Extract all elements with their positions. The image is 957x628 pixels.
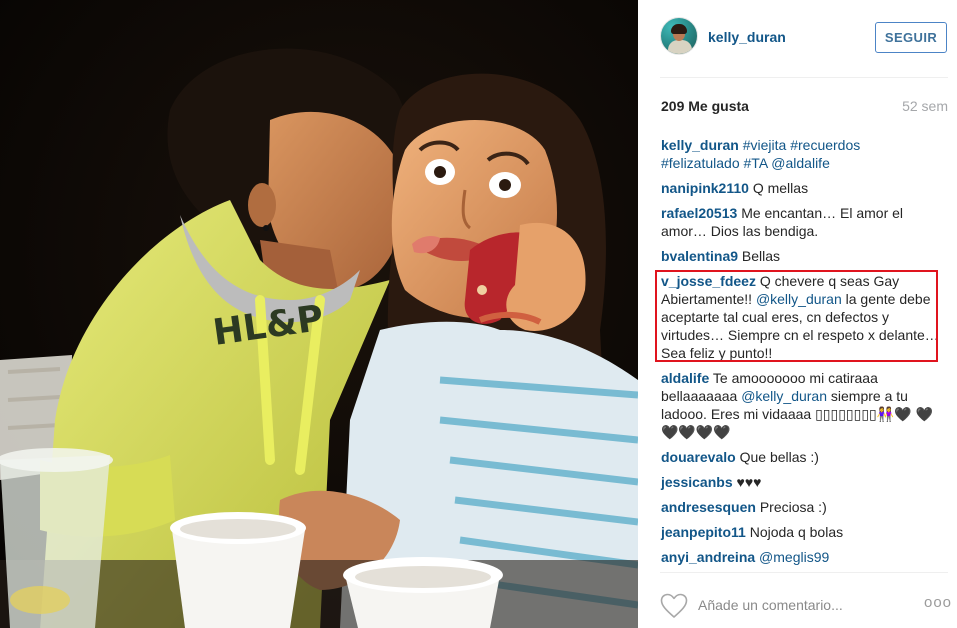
avatar[interactable] xyxy=(660,17,698,55)
follow-button[interactable]: SEGUIR xyxy=(875,22,947,53)
more-options-icon[interactable]: ooo xyxy=(924,595,951,612)
comment-item: jeanpepito11 Nojoda q bolas xyxy=(661,523,941,541)
comment-tag-link[interactable]: #recuerdos xyxy=(790,137,860,153)
comment-tag-link[interactable]: @kelly_duran xyxy=(741,388,827,404)
post-header: kelly_duran SEGUIR xyxy=(660,15,948,61)
comment-input[interactable] xyxy=(698,590,906,620)
comment-text: Bellas xyxy=(741,248,781,264)
header-divider xyxy=(660,77,948,78)
comment-text: Q mellas xyxy=(752,180,809,196)
comment-item: douarevalo Que bellas :) xyxy=(661,448,941,466)
comment-username[interactable]: anyi_andreina xyxy=(661,549,755,565)
comment-username[interactable]: douarevalo xyxy=(661,449,736,465)
comment-username[interactable]: rafael20513 xyxy=(661,205,737,221)
comment-username[interactable]: kelly_duran xyxy=(661,137,739,153)
avatar-figure-hair xyxy=(671,24,687,34)
comment-username[interactable]: andresesquen xyxy=(661,499,756,515)
comment-list: kelly_duran #viejita #recuerdos #felizat… xyxy=(661,136,941,573)
comment-item: anyi_andreina @meglis99 xyxy=(661,548,941,566)
post-photo[interactable]: HL&P xyxy=(0,0,638,628)
comment-item: andresesquen Preciosa :) xyxy=(661,498,941,516)
photo-illustration: HL&P xyxy=(0,0,638,628)
comment-footer: ooo xyxy=(660,588,951,622)
comment-item: jessicanbs ♥♥♥ xyxy=(661,473,941,491)
comment-tag-link[interactable]: #TA xyxy=(744,155,768,171)
comment-username[interactable]: v_josse_fdeez xyxy=(661,273,756,289)
comment-username[interactable]: jeanpepito11 xyxy=(661,524,746,540)
post-sidebar: kelly_duran SEGUIR 209 Me gusta 52 sem k… xyxy=(638,0,957,628)
comment-tag-link[interactable]: @aldalife xyxy=(771,155,830,171)
comment-tag-link[interactable]: #felizatulado xyxy=(661,155,740,171)
author-username[interactable]: kelly_duran xyxy=(708,29,786,45)
comment-text: ♥♥♥ xyxy=(736,474,762,490)
footer-divider xyxy=(660,572,948,573)
instagram-post: HL&P kelly_duran SEGUIR 209 Me gusta 52 … xyxy=(0,0,957,628)
comment-text: Que bellas :) xyxy=(739,449,819,465)
comment-text: Preciosa :) xyxy=(759,499,827,515)
comment-username[interactable]: bvalentina9 xyxy=(661,248,738,264)
comment-item: rafael20513 Me encantan… El amor el amor… xyxy=(661,204,941,240)
likes-count[interactable]: 209 Me gusta xyxy=(661,98,749,114)
comment-text: Nojoda q bolas xyxy=(749,524,844,540)
comment-item: aldalife Te amooooooo mi catiraaa bellaa… xyxy=(661,369,941,441)
avatar-figure-body xyxy=(668,40,692,54)
comment-username[interactable]: jessicanbs xyxy=(661,474,733,490)
comment-item: bvalentina9 Bellas xyxy=(661,247,941,265)
comment-tag-link[interactable]: #viejita xyxy=(743,137,787,153)
comment-tag-link[interactable]: @meglis99 xyxy=(759,549,829,565)
comment-username[interactable]: aldalife xyxy=(661,370,709,386)
heart-outline-icon[interactable] xyxy=(660,593,688,619)
comment-item: nanipink2110 Q mellas xyxy=(661,179,941,197)
comment-item: kelly_duran #viejita #recuerdos #felizat… xyxy=(661,136,941,172)
comment-tag-link[interactable]: @kelly_duran xyxy=(756,291,842,307)
comment-username[interactable]: nanipink2110 xyxy=(661,180,749,196)
comment-item: v_josse_fdeez Q chevere q seas Gay Abier… xyxy=(661,272,941,362)
post-age[interactable]: 52 sem xyxy=(902,98,948,114)
